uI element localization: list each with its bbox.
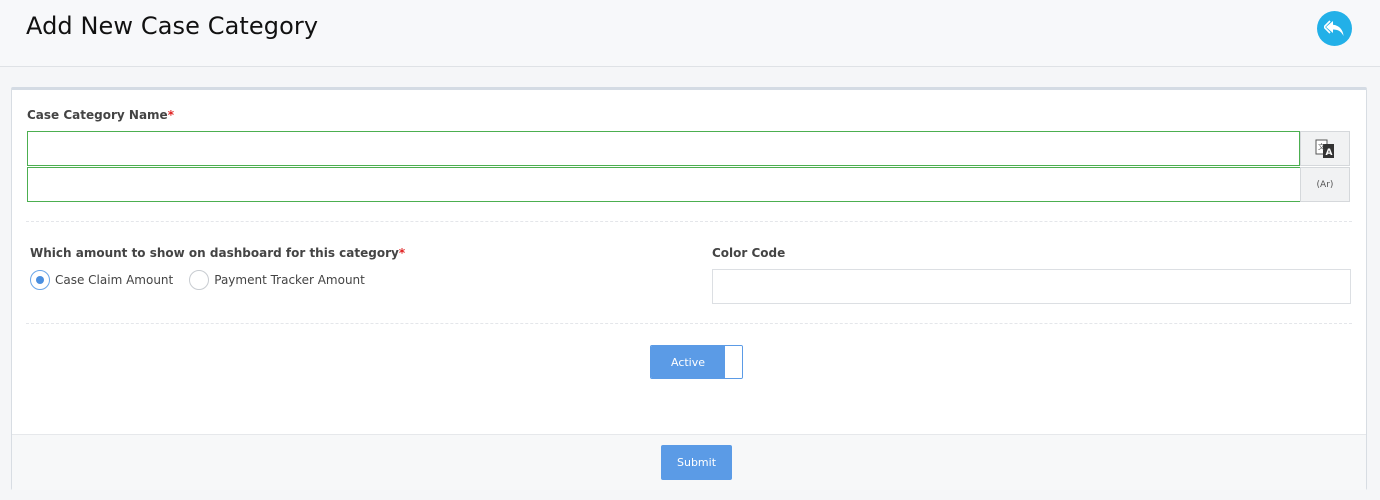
dashboard-amount-label: Which amount to show on dashboard for th… [30,246,406,260]
radio-button[interactable] [189,270,210,290]
required-mark: * [167,108,174,122]
required-mark: * [398,246,406,260]
translate-button[interactable]: A 文 [1300,131,1350,166]
form-footer: Submit [12,434,1366,490]
active-toggle-label: Active [651,346,725,378]
color-code-input[interactable] [712,269,1351,304]
svg-text:文: 文 [1318,142,1325,151]
case-category-name-ar-input[interactable] [27,167,1301,202]
submit-button[interactable]: Submit [661,445,732,480]
toggle-handle[interactable] [725,346,742,378]
dashboard-amount-radio-group: Case Claim Amount Payment Tracker Amount [30,270,381,290]
arabic-addon: (Ar) [1300,167,1350,202]
radio-button-checked[interactable] [30,270,50,290]
case-category-name-label: Case Category Name* [27,108,174,122]
color-code-label: Color Code [712,246,786,260]
radio-payment-tracker-amount[interactable]: Payment Tracker Amount [189,270,365,290]
back-button[interactable] [1317,11,1352,46]
page-header: Add New Case Category [0,0,1380,67]
active-toggle[interactable]: Active [650,345,743,379]
radio-label: Case Claim Amount [55,273,174,287]
section-divider [26,323,1352,324]
radio-case-claim-amount[interactable]: Case Claim Amount [30,270,173,290]
translate-icon: A 文 [1315,139,1334,158]
page-title: Add New Case Category [26,12,319,40]
svg-text:A: A [1326,148,1333,158]
section-divider [26,221,1352,222]
reply-arrow-icon [1323,19,1343,36]
case-category-name-input[interactable] [27,131,1300,166]
form-card: Case Category Name* A 文 (Ar) Which amoun… [11,87,1367,490]
radio-label: Payment Tracker Amount [214,273,365,287]
